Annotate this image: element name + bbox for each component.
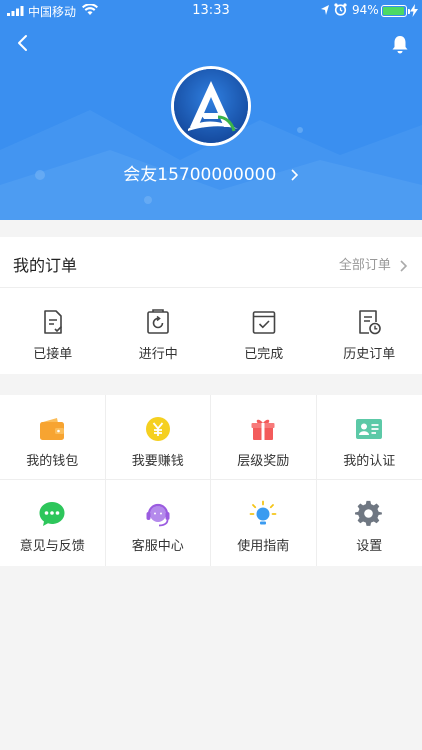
charging-bolt-icon [410,4,418,17]
order-status-label: 已接单 [33,347,73,362]
profile-header: 中国移动 13:33 94% 会友15700000000 [0,0,422,220]
service-label: 我的钱包 [26,454,79,469]
my-orders-section: 我的订单 全部订单 已接单 进行中 已完成 历史订单 [0,237,422,374]
alarm-icon [334,3,347,16]
order-status-label: 历史订单 [343,347,396,362]
history-orders-icon [359,310,382,335]
battery-percent: 94% [352,3,379,17]
service-label: 意见与反馈 [19,539,85,554]
chevron-right-icon [400,259,408,272]
headset-icon [146,503,170,527]
chat-bubble-icon [39,502,65,526]
service-settings[interactable]: 设置 [317,480,422,566]
order-status-history[interactable]: 历史订单 [317,288,422,373]
username-link[interactable]: 会友15700000000 [0,160,422,185]
avatar-logo [174,69,248,143]
back-chevron-icon[interactable] [12,32,34,54]
service-user-guide[interactable]: 使用指南 [211,480,317,566]
yuan-coin-icon [145,417,170,441]
order-status-label: 进行中 [138,347,178,362]
orders-title: 我的订单 [13,256,78,275]
wallet-icon [40,418,65,440]
avatar[interactable] [171,66,251,146]
order-status-completed[interactable]: 已完成 [211,288,317,373]
chevron-right-icon [291,169,298,181]
service-feedback[interactable]: 意见与反馈 [0,480,106,566]
orders-header: 我的订单 全部订单 [0,237,422,288]
order-status-received[interactable]: 已接单 [0,288,106,373]
services-grid: 我的钱包 我要赚钱 层级奖励 我的认证 意见与反馈 客服中心 使用指南 设置 [0,395,422,566]
service-label: 客服中心 [131,539,184,554]
service-label: 我的认证 [343,454,396,469]
order-status-label: 已完成 [244,347,284,362]
received-order-icon [43,310,62,334]
service-label: 设置 [356,539,383,554]
view-all-orders-link[interactable]: 全部订单 [339,254,408,273]
notification-bell-icon[interactable] [389,33,411,55]
service-wallet[interactable]: 我的钱包 [0,395,106,480]
order-status-row: 已接单 进行中 已完成 历史订单 [0,288,422,373]
id-card-icon [356,419,383,439]
completed-icon [252,311,276,334]
battery-level [383,7,404,15]
service-customer-center[interactable]: 客服中心 [106,480,211,566]
view-all-label: 全部订单 [338,258,391,273]
service-label: 我要赚钱 [131,454,184,469]
service-label: 层级奖励 [237,454,290,469]
service-earn-money[interactable]: 我要赚钱 [105,395,211,480]
gift-icon [251,419,275,440]
battery-icon [381,5,410,17]
location-arrow-icon [321,5,329,15]
status-bar: 中国移动 13:33 94% [0,0,422,22]
order-status-in-progress[interactable]: 进行中 [106,288,212,373]
service-label: 使用指南 [237,539,290,554]
username-text: 会友15700000000 [123,165,277,185]
service-my-certification[interactable]: 我的认证 [316,395,422,480]
gear-icon [355,500,383,526]
service-level-rewards[interactable]: 层级奖励 [211,395,317,480]
in-progress-icon [147,309,170,334]
lightbulb-icon [249,500,277,525]
